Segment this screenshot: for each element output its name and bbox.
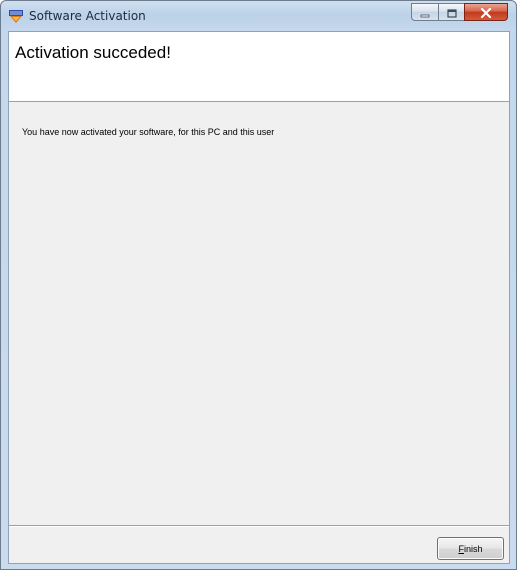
- status-message: You have now activated your software, fo…: [22, 127, 275, 137]
- finish-label: inish: [463, 543, 483, 554]
- activation-window: Software Activation Activation succeded!: [0, 0, 517, 570]
- finish-button[interactable]: Finish: [437, 537, 504, 560]
- page-title: Activation succeded!: [15, 43, 171, 62]
- dialog-client-area: Activation succeded! You have now activa…: [8, 31, 510, 564]
- header-panel: Activation succeded!: [9, 32, 509, 102]
- maximize-icon: [446, 3, 457, 22]
- caption-buttons: [411, 3, 508, 22]
- maximize-button[interactable]: [438, 3, 464, 21]
- title-bar[interactable]: Software Activation: [1, 1, 516, 31]
- close-button[interactable]: [464, 3, 508, 21]
- minimize-button[interactable]: [411, 3, 438, 21]
- close-icon: [480, 3, 492, 22]
- app-icon: [9, 9, 23, 23]
- footer-divider: [9, 525, 509, 527]
- window-title: Software Activation: [29, 9, 146, 23]
- minimize-icon: [420, 3, 430, 22]
